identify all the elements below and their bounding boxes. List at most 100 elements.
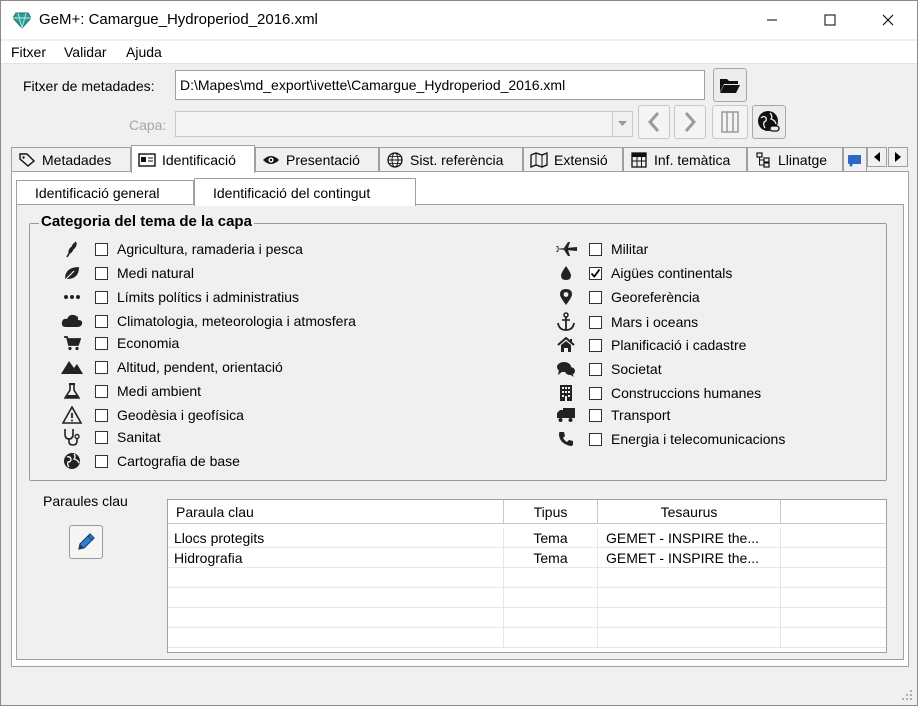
checkbox[interactable] — [95, 336, 108, 350]
subtab-identificacio-general[interactable]: Identificació general — [16, 180, 194, 204]
checkbox[interactable] — [589, 315, 602, 329]
category-cartografia[interactable]: Cartografia de base — [61, 451, 240, 471]
keywords-grid[interactable]: Paraula clau Tipus Tesaurus Llocs proteg… — [167, 499, 887, 653]
category-sanitat[interactable]: Sanitat — [61, 427, 161, 447]
table-row[interactable]: Hidrografia Tema GEMET - INSPIRE the... — [168, 548, 886, 568]
category-economia[interactable]: Economia — [61, 333, 179, 353]
menu-ajuda[interactable]: Ajuda — [126, 44, 162, 60]
tab-metadades[interactable]: Metadades — [11, 147, 131, 171]
column-header-tesaurus[interactable]: Tesaurus — [598, 500, 781, 524]
category-label: Agricultura, ramaderia i pesca — [117, 241, 303, 257]
checkbox[interactable] — [589, 290, 602, 304]
globe-icon — [61, 452, 83, 470]
category-militar[interactable]: Militar — [555, 239, 648, 259]
tab-extensio[interactable]: Extensió — [523, 147, 623, 171]
checkbox[interactable] — [589, 386, 602, 400]
category-label: Medi natural — [117, 265, 195, 281]
checkbox[interactable] — [589, 242, 602, 256]
empty-cell — [168, 628, 504, 648]
empty-cell — [168, 608, 504, 628]
layer-combo-arrow[interactable] — [612, 112, 632, 136]
minimize-button[interactable] — [749, 1, 795, 39]
resize-grip-icon[interactable] — [901, 689, 913, 701]
category-energia[interactable]: Energia i telecomunicacions — [555, 429, 785, 449]
category-label: Transport — [611, 407, 671, 423]
keywords-grid-header: Paraula clau Tipus Tesaurus — [168, 500, 886, 524]
tab-presentacio[interactable]: Presentació — [255, 147, 379, 171]
checkbox[interactable] — [95, 290, 108, 304]
checkbox[interactable] — [95, 454, 108, 468]
checkbox[interactable] — [589, 362, 602, 376]
category-medi-ambient[interactable]: Medi ambient — [61, 381, 201, 401]
checkbox[interactable] — [589, 338, 602, 352]
category-limits-politics[interactable]: Límits polítics i administratius — [61, 287, 299, 307]
checkbox[interactable] — [95, 408, 108, 422]
tab-scroll-right-button[interactable] — [888, 147, 908, 167]
checkbox[interactable] — [95, 266, 108, 280]
tab-overflow[interactable] — [843, 147, 867, 171]
category-aigues-continentals[interactable]: Aigües continentals — [555, 263, 732, 283]
category-altitud[interactable]: Altitud, pendent, orientació — [61, 357, 283, 377]
edit-keywords-button[interactable] — [69, 525, 103, 559]
category-climatologia[interactable]: Climatologia, meteorologia i atmosfera — [61, 311, 356, 331]
category-construccions[interactable]: Construccions humanes — [555, 383, 761, 403]
map-icon — [530, 151, 548, 168]
menu-validar[interactable]: Validar — [64, 44, 107, 60]
layer-stack-button[interactable] — [712, 105, 748, 139]
category-mars-oceans[interactable]: Mars i oceans — [555, 312, 698, 332]
category-georeferencia[interactable]: Georeferència — [555, 287, 700, 307]
tab-llinatge[interactable]: Llinatge — [747, 147, 843, 171]
tab-scroll-left-button[interactable] — [867, 147, 887, 167]
checkbox-checked[interactable] — [589, 266, 602, 280]
checkbox[interactable] — [589, 408, 602, 422]
close-button[interactable] — [865, 1, 911, 39]
column-header-tipus[interactable]: Tipus — [504, 500, 598, 524]
open-file-button[interactable] — [713, 68, 747, 102]
tab-inf-tematica[interactable]: Inf. temàtica — [623, 147, 747, 171]
tab-identificacio[interactable]: Identificació — [131, 145, 255, 173]
category-medi-natural[interactable]: Medi natural — [61, 263, 194, 283]
next-layer-button[interactable] — [674, 105, 706, 139]
minimize-icon — [767, 19, 777, 21]
empty-cell — [504, 608, 598, 628]
category-societat[interactable]: Societat — [555, 359, 662, 379]
metadata-file-value: D:\Mapes\md_export\ivette\Camargue_Hydro… — [180, 77, 566, 93]
column-header-paraula-clau[interactable]: Paraula clau — [168, 500, 504, 524]
title-bar[interactable]: GeM+: Camargue_Hydroperiod_2016.xml — [1, 1, 917, 39]
menu-fitxer[interactable]: Fitxer — [11, 44, 46, 60]
checkbox[interactable] — [95, 384, 108, 398]
table-row[interactable]: Llocs protegits Tema GEMET - INSPIRE the… — [168, 528, 886, 548]
tab-llinatge-label: Llinatge — [778, 151, 828, 168]
checkbox[interactable] — [95, 242, 108, 256]
checkbox[interactable] — [589, 432, 602, 446]
category-label: Mars i oceans — [611, 314, 699, 330]
category-transport[interactable]: Transport — [555, 405, 670, 425]
metadata-file-field[interactable]: D:\Mapes\md_export\ivette\Camargue_Hydro… — [175, 70, 705, 100]
tab-metadades-label: Metadades — [42, 151, 112, 168]
checkbox[interactable] — [95, 360, 108, 374]
category-label: Altitud, pendent, orientació — [117, 359, 283, 375]
table-row-empty — [168, 588, 886, 608]
category-label: Economia — [117, 335, 180, 351]
prev-layer-button[interactable] — [638, 105, 670, 139]
web-link-button[interactable] — [752, 105, 786, 139]
empty-cell — [504, 568, 598, 588]
warning-triangle-icon — [61, 406, 83, 424]
checkbox[interactable] — [95, 430, 108, 444]
tab-sist-referencia[interactable]: Sist. referència — [379, 147, 523, 171]
layer-combo[interactable] — [175, 111, 633, 137]
contingut-page: Categoria del tema de la capa Agricultur… — [16, 204, 904, 660]
category-geodesia[interactable]: Geodèsia i geofísica — [61, 405, 244, 425]
phone-icon — [555, 430, 577, 448]
category-agricultura[interactable]: Agricultura, ramaderia i pesca — [61, 239, 303, 259]
bus-icon — [847, 152, 861, 168]
window-title: GeM+: Camargue_Hydroperiod_2016.xml — [39, 11, 318, 28]
app-window: GeM+: Camargue_Hydroperiod_2016.xml Fitx… — [0, 0, 918, 706]
subtab-identificacio-contingut[interactable]: Identificació del contingut — [194, 178, 416, 206]
caret-right-icon — [895, 152, 901, 162]
category-planificacio[interactable]: Planificació i cadastre — [555, 335, 746, 355]
checkbox[interactable] — [95, 314, 108, 328]
menu-divider — [1, 63, 917, 64]
maximize-button[interactable] — [807, 1, 853, 39]
category-label: Aigües continentals — [611, 265, 733, 281]
